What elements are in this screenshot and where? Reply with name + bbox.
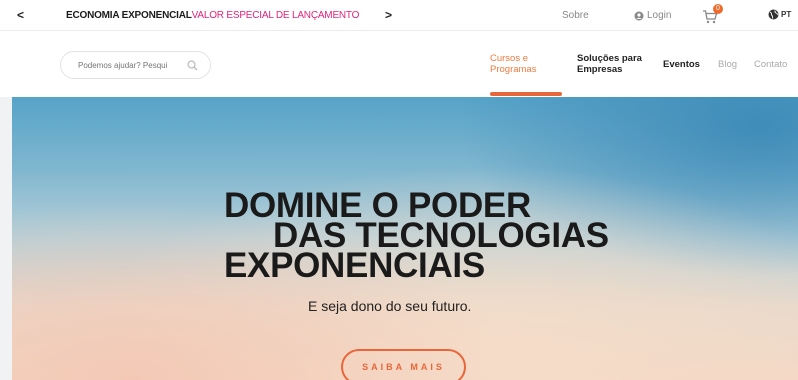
- login-link[interactable]: Login: [634, 10, 671, 21]
- nav-blog[interactable]: Blog: [718, 59, 737, 70]
- user-icon: [634, 11, 644, 20]
- search-box[interactable]: [60, 51, 211, 79]
- promo-text[interactable]: ECONOMIA EXPONENCIALVALOR ESPECIAL DE LA…: [66, 10, 359, 21]
- hero-title-line3: EXPONENCIAIS: [224, 246, 485, 285]
- cart-count-badge: 0: [713, 4, 723, 14]
- search-input[interactable]: [78, 60, 183, 70]
- main-navbar: Cursos e Programas Soluções para Empresa…: [0, 31, 798, 97]
- nav-cursos-line2: Programas: [490, 64, 537, 75]
- hero-banner: DOMINE O PODER DAS TECNOLOGIAS EXPONENCI…: [12, 97, 798, 380]
- nav-cursos-programas[interactable]: Cursos e Programas: [490, 53, 536, 75]
- globe-icon: [768, 9, 779, 20]
- chevron-left-icon[interactable]: <: [17, 8, 24, 22]
- chevron-right-icon[interactable]: >: [385, 8, 392, 22]
- nav-eventos[interactable]: Eventos: [663, 59, 700, 70]
- hero-title: DOMINE O PODER DAS TECNOLOGIAS EXPONENCI…: [224, 188, 609, 285]
- nav-solucoes-line1: Soluções para: [577, 53, 642, 64]
- cart-button[interactable]: 0: [702, 4, 724, 24]
- sobre-link[interactable]: Sobre: [562, 10, 589, 21]
- nav-solucoes-empresas[interactable]: Soluções para Empresas: [577, 53, 642, 75]
- language-selector[interactable]: PT: [768, 9, 791, 20]
- announcement-bar: < ECONOMIA EXPONENCIALVALOR ESPECIAL DE …: [0, 0, 798, 31]
- active-nav-indicator: [490, 92, 562, 96]
- nav-cursos-line1: Cursos e: [490, 53, 529, 64]
- search-icon[interactable]: [187, 60, 198, 71]
- login-label: Login: [647, 10, 672, 21]
- promo-bold-text: ECONOMIA EXPONENCIAL: [66, 10, 192, 21]
- nav-solucoes-line2: Empresas: [577, 64, 623, 75]
- nav-contato[interactable]: Contato: [754, 59, 787, 70]
- hero-subtitle: E seja dono do seu futuro.: [308, 298, 472, 314]
- saiba-mais-button[interactable]: SAIBA MAIS: [341, 349, 466, 380]
- language-label: PT: [781, 10, 792, 19]
- promo-highlight-text: VALOR ESPECIAL DE LANÇAMENTO: [191, 10, 360, 21]
